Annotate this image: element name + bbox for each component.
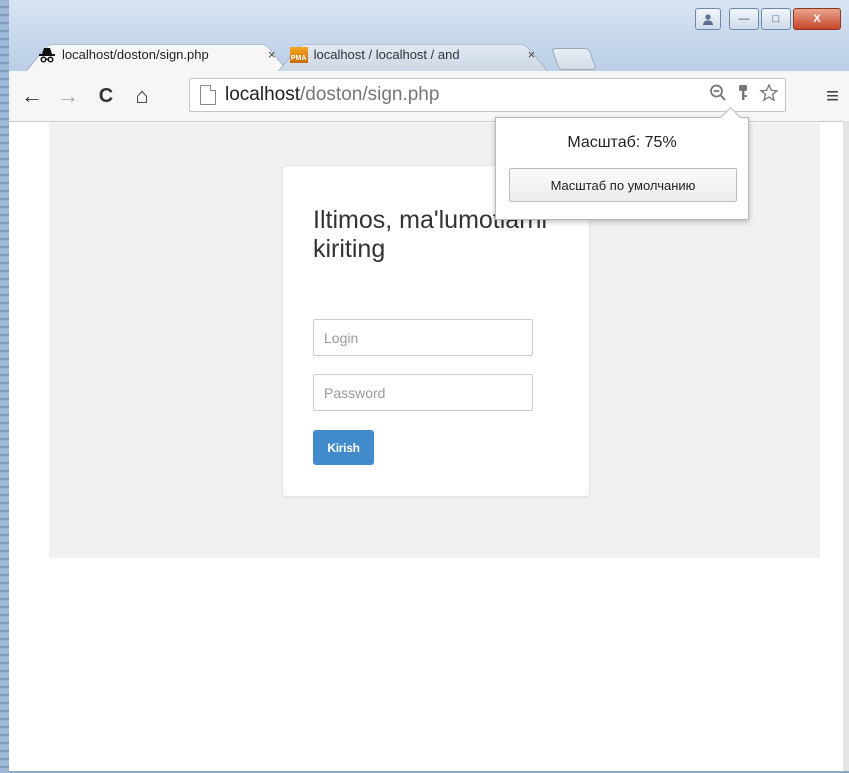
- zoom-icon[interactable]: [709, 83, 727, 108]
- page-icon: [200, 85, 216, 105]
- phpmyadmin-icon: PMA: [289, 46, 308, 63]
- bookmark-star-icon[interactable]: [759, 83, 779, 108]
- omnibox-actions: [709, 83, 779, 108]
- reload-button[interactable]: C: [91, 85, 121, 108]
- window-left-edge: [0, 0, 9, 773]
- address-bar[interactable]: localhost/doston/sign.php: [189, 78, 786, 112]
- url-host: localhost: [225, 84, 300, 105]
- back-button[interactable]: ←: [17, 83, 47, 109]
- window-right-edge: [843, 121, 849, 773]
- url-text[interactable]: localhost/doston/sign.php: [225, 84, 439, 106]
- window-controls: — □ X: [695, 8, 841, 30]
- tab-close-icon[interactable]: ×: [524, 47, 536, 62]
- kirish-button[interactable]: Kirish: [313, 430, 374, 465]
- key-icon[interactable]: [737, 83, 749, 108]
- tab-sign-php[interactable]: localhost/doston/sign.php ×: [26, 38, 288, 71]
- incognito-hat-icon: [38, 47, 56, 63]
- tab-close-icon[interactable]: ×: [264, 47, 276, 62]
- tab-title: localhost / localhost / and: [313, 47, 460, 62]
- tab-phpmyadmin[interactable]: PMA localhost / localhost / and ×: [277, 38, 548, 71]
- chrome-menu-icon[interactable]: ≡: [826, 83, 839, 109]
- reset-zoom-button[interactable]: Масштаб по умолчанию: [509, 168, 737, 202]
- home-button[interactable]: ⌂: [127, 83, 157, 109]
- forward-button[interactable]: →: [53, 83, 83, 109]
- password-input[interactable]: [313, 374, 533, 411]
- close-window-button[interactable]: X: [793, 8, 841, 30]
- login-input[interactable]: [313, 319, 533, 356]
- restore-button[interactable]: □: [761, 8, 791, 30]
- tab-strip: localhost/doston/sign.php × PMA localhos…: [26, 38, 598, 72]
- zoom-level-label: Масштаб: 75%: [567, 134, 677, 151]
- zoom-popup: Масштаб: 75% Масштаб по умолчанию: [495, 117, 749, 220]
- minimize-button[interactable]: —: [729, 8, 759, 30]
- url-path: /doston/sign.php: [300, 84, 440, 105]
- profile-icon[interactable]: [695, 8, 721, 30]
- new-tab-button[interactable]: [551, 48, 598, 70]
- tab-title: localhost/doston/sign.php: [62, 47, 209, 62]
